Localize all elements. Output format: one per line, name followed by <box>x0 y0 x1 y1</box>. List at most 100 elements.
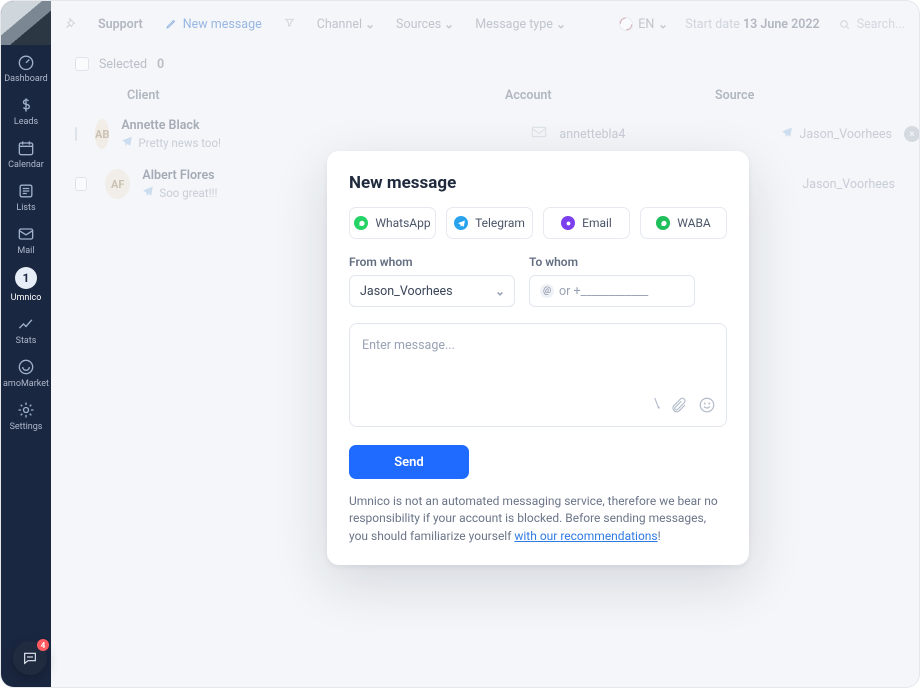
filter-label: Sources <box>396 17 441 32</box>
channel-telegram[interactable]: Telegram <box>446 207 533 239</box>
table-header: Client Account Source <box>51 81 919 109</box>
from-value: Jason_Voorhees <box>360 284 453 299</box>
nav-label: Calendar <box>8 160 44 170</box>
from-select[interactable]: Jason_Voorhees <box>349 275 515 307</box>
nav-stats[interactable]: Stats <box>1 307 51 350</box>
nav-label: amoMarket <box>3 379 49 389</box>
message-snippet: Pretty news too! <box>138 136 221 150</box>
col-account-header: Account <box>505 88 715 103</box>
channel-waba[interactable]: WABA <box>640 207 727 239</box>
nav-umnico[interactable]: 1 Umnico <box>1 260 51 307</box>
nav-label: Stats <box>16 336 37 346</box>
channel-selector: WhatsApp Telegram Email WABA <box>349 207 727 239</box>
to-input[interactable]: @ or +____________ <box>529 275 695 307</box>
telegram-icon <box>121 135 133 150</box>
toolbar-new-message[interactable]: New message <box>165 17 262 32</box>
chart-icon <box>16 314 36 334</box>
signature-icon[interactable]: \.. <box>654 396 658 418</box>
row-checkbox[interactable] <box>75 177 87 191</box>
message-placeholder: Enter message... <box>362 338 455 353</box>
chevron-down-icon <box>496 287 504 295</box>
textarea-tools: \.. <box>654 396 716 418</box>
channel-email[interactable]: Email <box>543 207 630 239</box>
gauge-icon <box>16 52 36 72</box>
list-icon <box>16 181 36 201</box>
emoji-icon[interactable] <box>698 396 716 418</box>
remove-source-icon[interactable]: × <box>904 126 920 142</box>
message-textarea[interactable]: Enter message... \.. <box>349 323 727 427</box>
dollar-icon <box>16 95 36 115</box>
envelope-icon[interactable] <box>503 126 547 142</box>
to-placeholder: or +____________ <box>559 284 648 299</box>
support-label[interactable]: Support <box>98 17 143 32</box>
channel-label: Telegram <box>475 216 525 230</box>
col-client-header: Client <box>75 88 505 103</box>
to-label: To whom <box>529 255 578 269</box>
telegram-icon <box>781 126 793 142</box>
account-name: annettebla4 <box>559 127 769 142</box>
nav-badge: 1 <box>15 267 37 289</box>
avatar: AF <box>105 169 130 199</box>
channel-label: Email <box>582 216 612 230</box>
client-name: Annette Black <box>121 118 491 133</box>
whatsapp-icon <box>354 216 368 230</box>
channel-label: WABA <box>677 216 711 230</box>
disclaimer-text: Umnico is not an automated messaging ser… <box>349 493 727 545</box>
disclaimer-link[interactable]: with our recommendations <box>514 529 657 543</box>
search-placeholder: Search... <box>857 17 905 32</box>
bulk-select-header: Selected 0 <box>51 47 919 81</box>
email-icon <box>561 216 575 230</box>
modal-title: New message <box>349 173 727 193</box>
nav-lists[interactable]: Lists <box>1 174 51 217</box>
attach-icon[interactable] <box>670 396 688 418</box>
filter-label: Message type <box>475 17 553 32</box>
date-filter[interactable]: Start date 13 June 2022 <box>685 17 819 32</box>
language-selector[interactable]: EN <box>619 17 667 32</box>
nav-label: Umnico <box>11 293 42 303</box>
chevron-down-icon <box>366 20 374 28</box>
nav-settings[interactable]: Settings <box>1 393 51 436</box>
chat-fab[interactable]: 4 <box>13 641 47 675</box>
nav-label: Settings <box>10 422 43 432</box>
nav-leads[interactable]: Leads <box>1 88 51 131</box>
channel-label: WhatsApp <box>375 216 430 230</box>
toolbar-search[interactable]: Search... <box>838 17 905 32</box>
filter-channel[interactable]: Channel <box>317 17 374 32</box>
top-toolbar: Support New message Channel Sources <box>51 1 919 47</box>
row-checkbox[interactable] <box>75 127 77 141</box>
nav-label: Leads <box>14 117 38 127</box>
market-icon <box>16 357 36 377</box>
send-button[interactable]: Send <box>349 445 469 479</box>
nav-amomarket[interactable]: amoMarket <box>1 350 51 393</box>
nav-label: Lists <box>16 203 35 213</box>
new-message-modal: New message WhatsApp Telegram Email <box>327 151 749 565</box>
nav-mail[interactable]: Mail <box>1 217 51 260</box>
select-all-checkbox[interactable] <box>75 57 89 71</box>
left-nav-rail: Dashboard Leads Calendar Lists Mail <box>1 1 51 687</box>
nav-dashboard[interactable]: Dashboard <box>1 45 51 88</box>
user-avatar[interactable] <box>1 1 51 45</box>
telegram-icon <box>142 185 154 200</box>
filter-sources[interactable]: Sources <box>396 17 453 32</box>
nav-label: Mail <box>17 246 34 256</box>
waba-icon <box>656 216 670 230</box>
new-message-label: New message <box>183 17 262 32</box>
gear-icon <box>16 400 36 420</box>
calendar-icon <box>16 138 36 158</box>
filter-message-type[interactable]: Message type <box>475 17 565 32</box>
selected-label: Selected <box>99 57 147 72</box>
fab-badge: 4 <box>37 639 49 651</box>
at-icon: @ <box>540 284 554 298</box>
message-snippet: Soo great!!! <box>159 186 217 200</box>
col-source-header: Source <box>715 88 895 103</box>
source-name: Jason_Voorhees <box>799 127 892 142</box>
chevron-down-icon <box>557 20 565 28</box>
from-label: From whom <box>349 255 515 269</box>
pin-icon[interactable] <box>65 17 76 32</box>
channel-whatsapp[interactable]: WhatsApp <box>349 207 436 239</box>
disclaimer-post: ! <box>658 529 661 543</box>
nav-calendar[interactable]: Calendar <box>1 131 51 174</box>
avatar: AB <box>95 119 109 149</box>
language-code: EN <box>638 17 654 32</box>
funnel-icon[interactable] <box>284 17 295 32</box>
